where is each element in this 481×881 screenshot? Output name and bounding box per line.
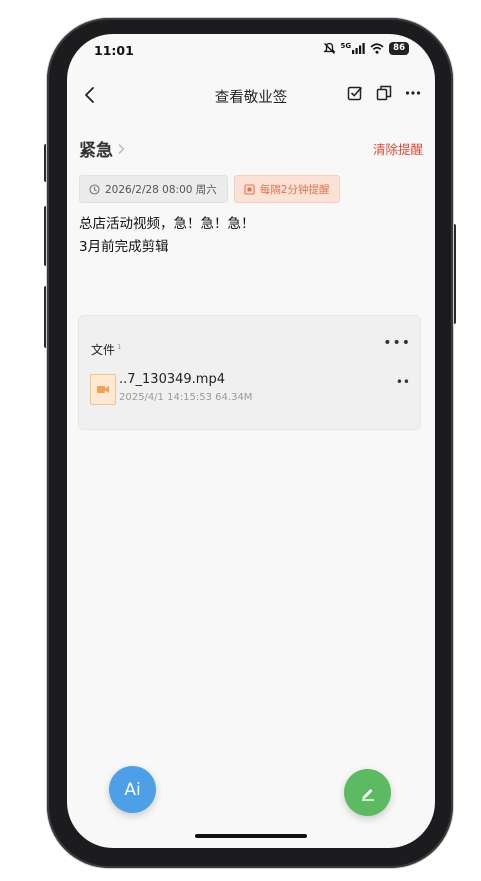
chevron-right-icon [118, 143, 125, 154]
copy-icon[interactable] [376, 85, 392, 101]
category-selector[interactable]: 紧急 [79, 136, 125, 161]
remind-chip[interactable]: 每隔2分钟提醒 [233, 175, 341, 203]
file-count: 1 [117, 343, 122, 351]
ai-button[interactable]: Ai [109, 766, 156, 813]
more-icon[interactable] [405, 85, 421, 101]
video-file-icon [90, 374, 116, 405]
ai-button-label: Ai [124, 779, 141, 800]
screen: 11:01 5G 86 查看敬业签 紧急 清除提醒 2026/2/28 08:0… [67, 34, 435, 848]
network-label: 5G [340, 42, 352, 50]
wifi-icon [370, 43, 384, 54]
status-bar: 11:01 5G 86 [67, 34, 435, 68]
date-chip[interactable]: 2026/2/28 08:00 周六 [79, 175, 228, 203]
remind-chip-label: 每隔2分钟提醒 [259, 183, 330, 196]
signal-icon [352, 43, 365, 54]
date-chip-label: 2026/2/28 08:00 周六 [105, 183, 217, 196]
reminder-chips: 2026/2/28 08:00 周六 每隔2分钟提醒 [79, 175, 341, 203]
app-bar: 查看敬业签 [67, 78, 435, 112]
pencil-icon [361, 788, 374, 801]
file-name[interactable]: ..7_130349.mp4 [119, 372, 225, 387]
status-time: 11:01 [94, 43, 134, 58]
category-row: 紧急 清除提醒 [79, 136, 423, 161]
note-content[interactable]: 总店活动视频，急！急！急！ 3月前完成剪辑 [79, 213, 255, 259]
file-card: 文件 1 ••• ..7_130349.mp4 2025/4/1 14:15:53… [78, 315, 421, 430]
repeat-reminder-icon [244, 183, 255, 195]
checkbox-icon[interactable] [347, 85, 363, 101]
mute-icon [322, 42, 336, 54]
clock-icon [89, 183, 100, 195]
appbar-actions [347, 85, 421, 101]
file-more-icon[interactable]: •• [396, 375, 410, 389]
file-section-more-icon[interactable]: ••• [383, 335, 411, 351]
home-indicator[interactable] [195, 834, 307, 838]
note-line: 总店活动视频，急！急！急！ [79, 216, 255, 232]
file-meta: 2025/4/1 14:15:53 64.34M [119, 392, 253, 403]
file-section-label: 文件 1 [91, 341, 121, 358]
file-section-title: 文件 [91, 343, 116, 357]
status-icons: 5G 86 [322, 42, 409, 55]
note-line: 3月前完成剪辑 [79, 239, 169, 255]
battery-icon: 86 [389, 42, 409, 55]
category-label: 紧急 [79, 141, 113, 161]
edit-button[interactable] [344, 769, 391, 816]
clear-reminder-button[interactable]: 清除提醒 [373, 139, 423, 158]
